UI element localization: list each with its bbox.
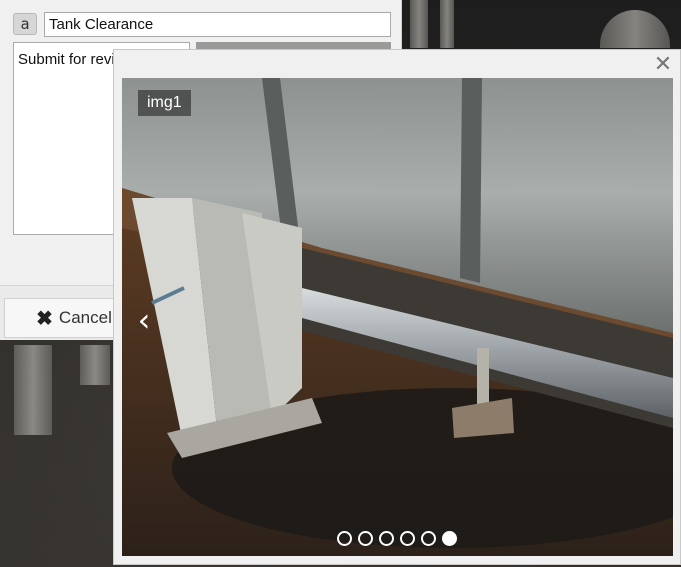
bg-pillar: [410, 0, 428, 48]
pipe-photo-illustration: [122, 78, 673, 556]
bg-tank: [600, 10, 670, 48]
slide-dot[interactable]: [400, 531, 415, 546]
slide-dot[interactable]: [421, 531, 436, 546]
cancel-label: Cancel: [58, 308, 112, 327]
bg-pillar: [80, 345, 110, 385]
chevron-left-icon[interactable]: ‹: [132, 303, 156, 337]
slide-dot-active[interactable]: [442, 531, 457, 546]
bg-pillar: [14, 345, 52, 435]
slide-dot[interactable]: [337, 531, 352, 546]
slide-dot[interactable]: [358, 531, 373, 546]
close-icon: ✖: [36, 307, 53, 330]
text-annotation-icon[interactable]: a: [13, 13, 37, 35]
close-icon[interactable]: ✕: [652, 54, 674, 76]
slide-dot[interactable]: [379, 531, 394, 546]
image-name-label: img1: [138, 90, 191, 116]
slide-indicator: [337, 531, 457, 546]
site-photo: img1 ‹: [122, 78, 673, 556]
title-input[interactable]: [44, 12, 391, 37]
bg-pillar: [440, 0, 454, 48]
image-lightbox: ✕ img1 ‹: [113, 49, 681, 565]
